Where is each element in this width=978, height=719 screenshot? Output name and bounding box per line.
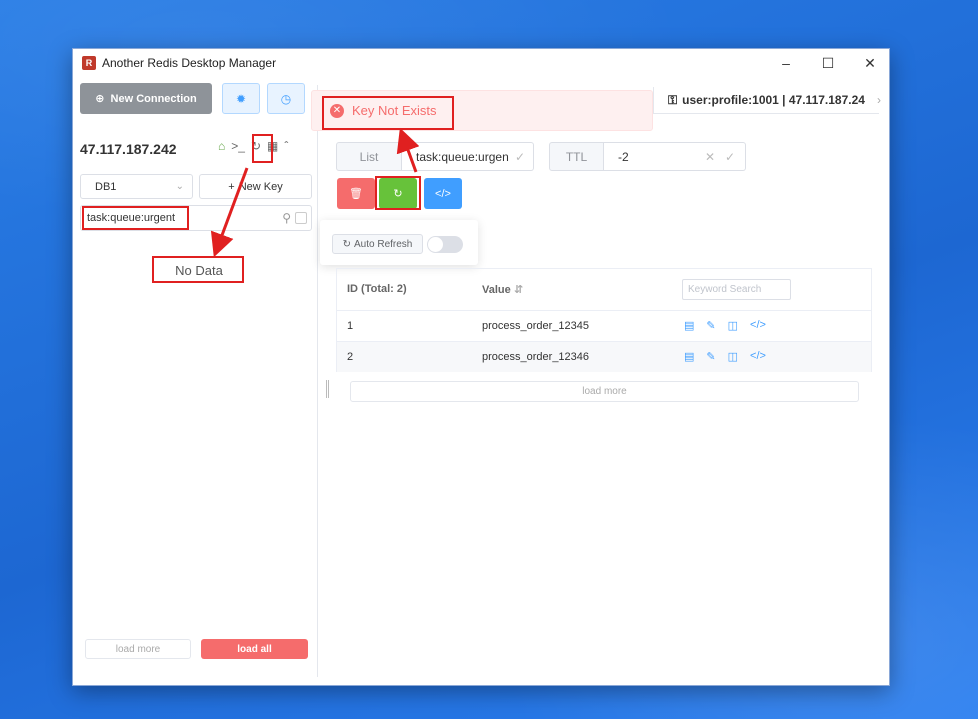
arrow-refresh-to-nodata	[210, 167, 249, 258]
arrow-refresh-to-toast	[396, 127, 420, 173]
annotation-arrows	[210, 127, 420, 258]
